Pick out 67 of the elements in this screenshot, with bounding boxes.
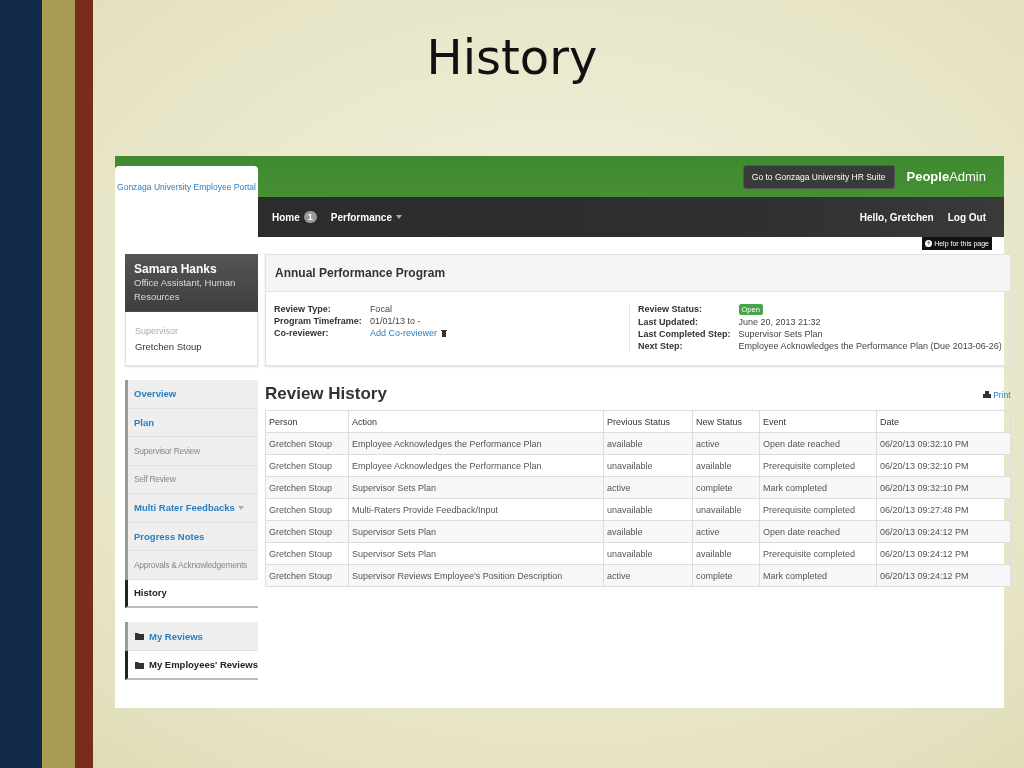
supervisor-name: Gretchen Stoup: [135, 341, 203, 352]
table-cell: active: [692, 432, 760, 455]
table-cell: available: [603, 520, 693, 543]
table-cell: Mark completed: [759, 476, 877, 499]
sidebar-item[interactable]: Plan: [128, 408, 258, 437]
folder-icon: [135, 632, 144, 640]
table-cell: Gretchen Stoup: [265, 520, 349, 543]
field-value: Focal: [369, 304, 393, 314]
add-coreviewer-link[interactable]: Add Co-reviewer: [369, 328, 629, 338]
table-cell: Open date reached: [759, 520, 877, 543]
table-cell: Supervisor Sets Plan: [348, 520, 604, 543]
table-cell: active: [603, 476, 693, 499]
table-cell: 06/20/13 09:24:12 PM: [876, 564, 1011, 587]
slide-title: History: [425, 28, 599, 87]
field-label: Next Step:: [638, 341, 684, 351]
field-label: Co-reviewer:: [274, 328, 330, 338]
table-cell: Supervisor Sets Plan: [348, 476, 604, 499]
table-cell: Gretchen Stoup: [265, 564, 349, 587]
table-cell: Supervisor Reviews Employee's Position Description: [348, 564, 604, 587]
table-cell: 06/20/13 09:32:10 PM: [876, 476, 1011, 499]
sidebar-item[interactable]: Multi Rater Feedbacks: [128, 494, 258, 523]
caret-icon: [395, 215, 402, 219]
table-cell: complete: [692, 476, 760, 499]
hr-suite-button[interactable]: Go to Gonzaga University HR Suite: [742, 164, 895, 189]
table-cell: 06/20/13 09:24:12 PM: [876, 520, 1011, 543]
table-cell: active: [603, 564, 693, 587]
field-value: Employee Acknowledges the Performance Plan (Due 2013-06-26): [738, 341, 1002, 351]
brand-logo: PeopleAdmin: [906, 169, 986, 184]
printer-icon: [983, 391, 992, 399]
help-icon: [925, 240, 933, 247]
print-link[interactable]: Print: [983, 390, 1011, 400]
count-badge: 1: [303, 211, 317, 223]
field-value: 01/01/13 to -: [369, 316, 422, 326]
field-label: Last Updated:: [638, 317, 699, 327]
table-cell: Open date reached: [759, 432, 877, 455]
table-cell: active: [692, 520, 760, 543]
employee-title: Office Assistant, Human Resources: [134, 276, 237, 304]
folder-icon: [135, 660, 144, 669]
table-cell: Gretchen Stoup: [265, 432, 349, 455]
employee-name: Samara Hanks: [134, 262, 218, 276]
trash-icon: [440, 329, 447, 337]
greeting-text: Hello, Gretchen: [859, 211, 934, 223]
section-title: Review History: [265, 384, 387, 404]
table-cell: Gretchen Stoup: [265, 476, 349, 499]
field-label: Last Completed Step:: [638, 329, 731, 339]
table-cell: 06/20/13 09:32:10 PM: [876, 432, 1011, 455]
portal-tab[interactable]: Gonzaga University Employee Portal: [115, 166, 258, 237]
field-value: June 20, 2013 21:32: [738, 317, 822, 327]
nav-link[interactable]: Home 1: [272, 211, 317, 223]
reviews-link[interactable]: My Reviews: [128, 622, 258, 651]
field-label: Program Timeframe:: [274, 316, 362, 326]
field-value: Supervisor Sets Plan: [738, 329, 824, 339]
sidebar-item[interactable]: Progress Notes: [128, 522, 258, 551]
reviews-link[interactable]: My Employees' Reviews: [125, 651, 258, 680]
sidebar-item[interactable]: Overview: [128, 380, 258, 409]
table-cell: Mark completed: [759, 564, 877, 587]
supervisor-label: Supervisor: [135, 326, 180, 336]
table-cell: complete: [692, 564, 760, 587]
field-label: Review Type:: [274, 304, 332, 314]
program-title: Annual Performance Program: [266, 255, 1010, 292]
logout-link[interactable]: Log Out: [947, 211, 986, 223]
table-cell: Employee Acknowledges the Performance Plan: [348, 432, 604, 455]
field-label: Review Status:: [638, 304, 704, 315]
nav-link[interactable]: Performance: [330, 211, 402, 223]
table-cell: available: [603, 432, 693, 455]
caret-icon: [237, 505, 244, 510]
sidebar-item[interactable]: History: [125, 579, 258, 608]
